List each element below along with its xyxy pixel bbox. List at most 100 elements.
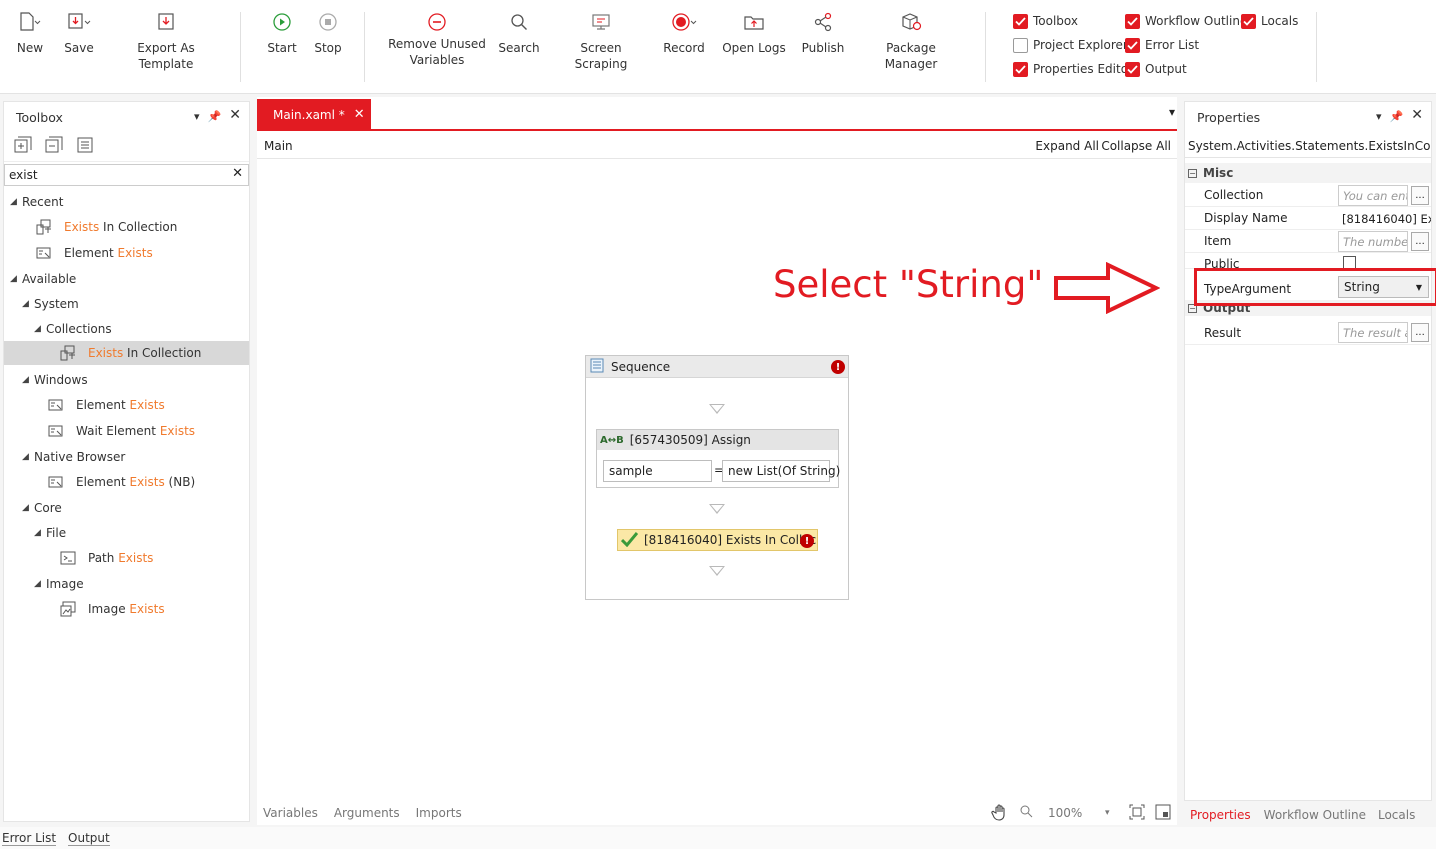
workflow-canvas[interactable]: Sequence ! A↔B [657430509] Assign sample…: [257, 159, 1177, 799]
remove-unused-variables-button[interactable]: Remove Unused Variables: [388, 8, 486, 68]
properties-panel: Properties ▾ 📌 ✕ System.Activities.State…: [1184, 101, 1432, 801]
tree-item-element-exists-recent[interactable]: Element Exists: [4, 241, 249, 265]
collection-input[interactable]: You can ent: [1338, 185, 1408, 206]
tree-node-system[interactable]: ◢ System: [4, 292, 249, 316]
tree-item-exists-in-collection[interactable]: Exists In Collection: [4, 341, 249, 365]
dropdown-icon[interactable]: ▾: [194, 110, 200, 123]
toolbox-search-input[interactable]: exist ✕: [4, 164, 249, 186]
tree-node-windows[interactable]: ◢ Windows: [4, 368, 249, 392]
export-template-button[interactable]: Export As Template: [112, 8, 220, 72]
folder-icon: [722, 8, 786, 36]
package-manager-button[interactable]: Package Manager: [860, 8, 962, 72]
variables-tab[interactable]: Variables: [263, 806, 318, 820]
new-file-icon: [14, 8, 46, 36]
ribbon-separator: [240, 12, 241, 82]
new-button[interactable]: New: [14, 8, 46, 56]
collapse-all-icon[interactable]: [45, 136, 63, 157]
share-icon: [800, 8, 846, 36]
annotation-text: Select "String": [773, 263, 1044, 306]
close-tab-icon[interactable]: ✕: [354, 107, 365, 122]
drop-target-arrow: [709, 404, 725, 414]
close-icon[interactable]: ✕: [1411, 108, 1423, 123]
toggle-output[interactable]: Output: [1125, 60, 1187, 78]
expanded-icon: ◢: [34, 579, 41, 589]
image-icon: [60, 601, 76, 617]
tree-node-collections[interactable]: ◢ Collections: [4, 317, 249, 341]
assign-header: A↔B [657430509] Assign: [597, 430, 838, 450]
category-misc[interactable]: − Misc: [1185, 163, 1431, 183]
terminal-icon: [60, 550, 76, 566]
assign-to-field[interactable]: sample: [603, 460, 712, 482]
close-icon[interactable]: ✕: [229, 108, 241, 123]
save-button[interactable]: Save: [62, 8, 96, 56]
tree-node-recent[interactable]: ◢ Recent: [4, 190, 249, 214]
error-icon: !: [800, 534, 814, 548]
expand-all-icon[interactable]: [14, 136, 32, 157]
toggle-error-list[interactable]: Error List: [1125, 36, 1199, 54]
assign-activity[interactable]: A↔B [657430509] Assign sample = new List…: [596, 429, 840, 488]
display-name-input[interactable]: [818416040] Exis: [1338, 208, 1431, 229]
open-logs-button[interactable]: Open Logs: [722, 8, 786, 56]
tree-item-wait-element-exists[interactable]: Wait Element Exists: [4, 419, 249, 443]
tree-item-image-exists[interactable]: Image Exists: [4, 597, 249, 621]
tab-workflow-outline[interactable]: Workflow Outline: [1264, 808, 1366, 822]
publish-button[interactable]: Publish: [800, 8, 846, 56]
toggle-workflow-outline[interactable]: Workflow Outline: [1125, 12, 1247, 30]
dropdown-icon[interactable]: ▾: [1376, 110, 1382, 123]
toggle-properties-editor[interactable]: Properties Editor: [1013, 60, 1133, 78]
tree-item-element-exists-nb[interactable]: Element Exists (NB): [4, 470, 249, 494]
tree-node-file[interactable]: ◢ File: [4, 521, 249, 545]
pin-icon[interactable]: 📌: [208, 110, 222, 123]
assign-icon: A↔B: [600, 434, 624, 446]
toggle-toolbox[interactable]: Toolbox: [1013, 12, 1078, 30]
error-list-tab[interactable]: Error List: [2, 831, 57, 846]
list-view-icon[interactable]: [76, 136, 94, 157]
start-button[interactable]: Start: [266, 8, 298, 56]
zoom-icon[interactable]: [1019, 804, 1035, 823]
pan-hand-icon[interactable]: [991, 803, 1009, 824]
tree-node-available[interactable]: ◢ Available: [4, 267, 249, 291]
collection-ellipsis-button[interactable]: ...: [1411, 186, 1429, 205]
clear-search-icon[interactable]: ✕: [232, 166, 243, 181]
collapse-all-link[interactable]: Collapse All: [1101, 139, 1171, 153]
tree-item-element-exists[interactable]: Element Exists: [4, 393, 249, 417]
exists-in-collection-activity[interactable]: [818416040] Exists In Collec !: [617, 529, 818, 551]
zoom-dropdown-icon[interactable]: ▾: [1105, 808, 1110, 818]
tree-item-exists-in-collection-recent[interactable]: Exists In Collection: [4, 215, 249, 239]
tab-main-xaml[interactable]: Main.xaml * ✕: [257, 99, 371, 130]
tree-node-native-browser[interactable]: ◢ Native Browser: [4, 445, 249, 469]
tree-item-path-exists[interactable]: Path Exists: [4, 546, 249, 570]
imports-tab[interactable]: Imports: [416, 806, 462, 820]
stop-icon: [312, 8, 344, 36]
toggle-project-explorer[interactable]: Project Explorer: [1013, 36, 1128, 54]
expanded-icon: ◢: [22, 503, 29, 513]
assign-value-field[interactable]: new List(Of String): [722, 460, 840, 482]
checkbox-checked-icon: [1013, 61, 1028, 77]
tab-overflow-icon[interactable]: ▾: [1169, 105, 1175, 119]
zoom-level[interactable]: 100%: [1048, 806, 1082, 820]
tab-properties[interactable]: Properties: [1190, 808, 1251, 822]
overview-icon[interactable]: [1155, 804, 1171, 823]
expand-all-link[interactable]: Expand All: [1035, 139, 1099, 153]
screen-scraping-icon: [556, 8, 646, 36]
output-tab[interactable]: Output: [68, 831, 110, 846]
ribbon-toolbar: New Save Export As Template Start Stop R…: [0, 0, 1436, 94]
sequence-activity[interactable]: Sequence ! A↔B [657430509] Assign sample…: [585, 355, 849, 600]
tab-locals[interactable]: Locals: [1378, 808, 1415, 822]
record-button[interactable]: Record: [662, 8, 706, 56]
fit-screen-icon[interactable]: [1129, 804, 1145, 823]
stop-button[interactable]: Stop: [312, 8, 344, 56]
breadcrumb-main[interactable]: Main: [264, 139, 293, 153]
tree-node-core[interactable]: ◢ Core: [4, 496, 249, 520]
toggle-locals[interactable]: Locals: [1241, 12, 1298, 30]
result-input[interactable]: The result a: [1338, 322, 1408, 343]
tree-node-image[interactable]: ◢ Image: [4, 572, 249, 596]
result-ellipsis-button[interactable]: ...: [1411, 323, 1429, 342]
search-button[interactable]: Search: [498, 8, 540, 56]
ribbon-separator: [985, 12, 986, 82]
item-input[interactable]: The numbe: [1338, 231, 1408, 252]
screen-scraping-button[interactable]: Screen Scraping: [556, 8, 646, 72]
pin-icon[interactable]: 📌: [1390, 110, 1404, 123]
item-ellipsis-button[interactable]: ...: [1411, 232, 1429, 251]
arguments-tab[interactable]: Arguments: [334, 806, 400, 820]
